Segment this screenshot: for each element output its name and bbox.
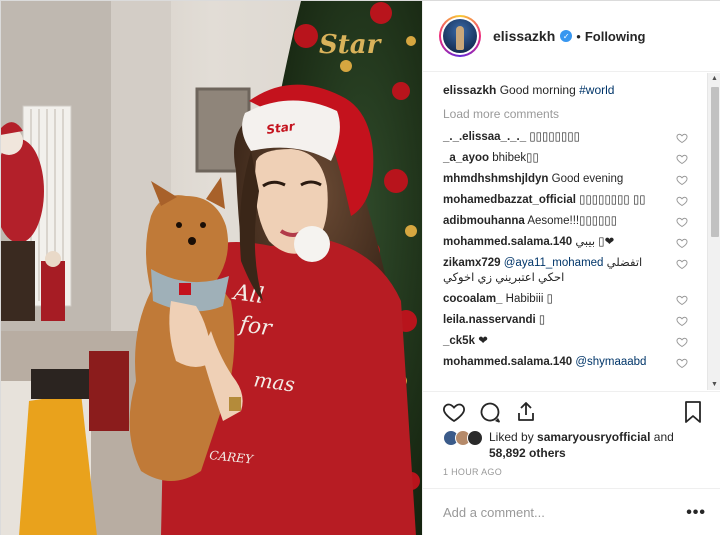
caption-hashtag[interactable]: #world bbox=[579, 83, 614, 97]
scrollbar-thumb[interactable] bbox=[711, 87, 719, 237]
comment-text: بيبي ▯❤ bbox=[575, 236, 615, 248]
comment-text: Aesome!!!▯▯▯▯▯▯ bbox=[527, 215, 618, 227]
comment-text: bhibek▯▯ bbox=[492, 152, 539, 164]
likes-text: Liked by samaryousryofficial and 58,892 … bbox=[489, 429, 674, 461]
story-ring[interactable] bbox=[439, 15, 481, 57]
comment-row: mohammed.salama.140 بيبي ▯❤ bbox=[443, 235, 688, 250]
comment-username[interactable]: zikamx729 bbox=[443, 257, 501, 269]
instagram-post: Star All for mas CAREY Star elissazkh ✓ … bbox=[0, 0, 720, 535]
add-comment-bar: ••• bbox=[423, 488, 720, 535]
comments-list[interactable]: elissazkh Good morning #world Load more … bbox=[423, 73, 720, 390]
photo-illustration: Star All for mas CAREY Star bbox=[1, 1, 422, 535]
comment-row: mhmdhshmshjldyn Good evening bbox=[443, 172, 688, 187]
comment-row: mohammed.salama.140 @shymaaabd bbox=[443, 355, 688, 370]
comment-like-heart-icon[interactable] bbox=[676, 357, 688, 369]
comment-text: ▯▯▯▯▯▯▯▯ ▯▯ bbox=[579, 194, 646, 206]
more-options-button[interactable]: ••• bbox=[686, 504, 706, 522]
following-button[interactable]: Following bbox=[585, 29, 646, 44]
post-actions bbox=[423, 391, 720, 431]
likes-count[interactable]: 58,892 others bbox=[489, 446, 566, 460]
share-icon[interactable] bbox=[513, 399, 539, 425]
comment-like-heart-icon[interactable] bbox=[676, 258, 688, 270]
comment-like-heart-icon[interactable] bbox=[676, 315, 688, 327]
comment-username[interactable]: adibmouhanna bbox=[443, 215, 525, 227]
comment-row: adibmouhanna Aesome!!!▯▯▯▯▯▯ bbox=[443, 214, 688, 229]
comment-like-heart-icon[interactable] bbox=[676, 237, 688, 249]
comment-text: Good evening bbox=[551, 173, 624, 185]
heart-icon[interactable] bbox=[441, 399, 467, 425]
likes-summary: Liked by samaryousryofficial and 58,892 … bbox=[423, 429, 720, 461]
comment-text: ▯▯▯▯▯▯▯▯ bbox=[529, 131, 580, 143]
comment-row: mohamedbazzat_official ▯▯▯▯▯▯▯▯ ▯▯ bbox=[443, 193, 688, 208]
comment-username[interactable]: cocoalam_ bbox=[443, 293, 502, 305]
comment-mention[interactable]: @shymaaabd bbox=[575, 356, 646, 368]
header-username[interactable]: elissazkh bbox=[493, 28, 555, 44]
tree-star-text: Star bbox=[319, 30, 383, 60]
comment-username[interactable]: _._.elissaa_._._ bbox=[443, 131, 526, 143]
comment-username[interactable]: mohamedbazzat_official bbox=[443, 194, 576, 206]
comment-username[interactable]: mohammed.salama.140 bbox=[443, 356, 572, 368]
comment-username[interactable]: leila.nasservandi bbox=[443, 314, 536, 326]
comment-mention[interactable]: @aya11_mohamed bbox=[504, 257, 604, 269]
comment-like-heart-icon[interactable] bbox=[676, 153, 688, 165]
comment-text: اتفضلي bbox=[606, 257, 643, 269]
comment-text-line2: احكي اعتبريني زي اخوكي bbox=[443, 272, 565, 284]
post-caption: elissazkh Good morning #world bbox=[443, 83, 720, 98]
post-header: elissazkh ✓ • Following bbox=[423, 1, 720, 72]
post-timestamp[interactable]: 1 HOUR AGO bbox=[443, 467, 502, 477]
likes-joiner: and bbox=[653, 430, 674, 444]
comment-row: leila.nasservandi ▯ bbox=[443, 313, 688, 328]
comments-scrollbar[interactable]: ▲ ▼ bbox=[707, 73, 720, 390]
header-separator: • bbox=[576, 28, 581, 44]
comment-like-heart-icon[interactable] bbox=[676, 132, 688, 144]
svg-text:for: for bbox=[236, 312, 275, 342]
load-more-comments-button[interactable]: Load more comments bbox=[443, 107, 720, 121]
verified-badge-icon: ✓ bbox=[560, 30, 573, 42]
post-side-panel: elissazkh ✓ • Following elissazkh Good m… bbox=[422, 1, 720, 535]
caption-username[interactable]: elissazkh bbox=[443, 83, 496, 97]
comment-row: zikamx729 @aya11_mohamed اتفضلي احكي اعت… bbox=[443, 256, 688, 286]
comment-username[interactable]: _a_ayoo bbox=[443, 152, 489, 164]
comment-row: _._.elissaa_._._ ▯▯▯▯▯▯▯▯ bbox=[443, 130, 688, 145]
comment-row: cocoalam_ Habibiii ▯ bbox=[443, 292, 688, 307]
bookmark-icon[interactable] bbox=[680, 399, 706, 425]
comment-like-heart-icon[interactable] bbox=[676, 216, 688, 228]
comment-like-heart-icon[interactable] bbox=[676, 336, 688, 348]
avatar[interactable] bbox=[443, 19, 477, 53]
caption-text: Good morning bbox=[499, 83, 576, 97]
comment-input[interactable] bbox=[443, 505, 687, 520]
comment-like-heart-icon[interactable] bbox=[676, 195, 688, 207]
likes-prefix: Liked by bbox=[489, 430, 534, 444]
comment-username[interactable]: _ck5k bbox=[443, 335, 475, 347]
scroll-up-arrow-icon[interactable]: ▲ bbox=[711, 75, 718, 82]
comment-row: _a_ayoo bhibek▯▯ bbox=[443, 151, 688, 166]
liker-avatar bbox=[467, 430, 483, 446]
comment-text: Habibiii ▯ bbox=[505, 293, 553, 305]
scroll-down-arrow-icon[interactable]: ▼ bbox=[711, 381, 718, 388]
comment-icon[interactable] bbox=[477, 399, 503, 425]
comment-like-heart-icon[interactable] bbox=[676, 294, 688, 306]
post-photo[interactable]: Star All for mas CAREY Star bbox=[1, 1, 422, 535]
comment-like-heart-icon[interactable] bbox=[676, 174, 688, 186]
likes-user[interactable]: samaryousryofficial bbox=[537, 430, 650, 444]
comment-text: ❤ bbox=[478, 335, 488, 347]
liker-avatars[interactable] bbox=[443, 430, 483, 446]
comment-row: _ck5k ❤ bbox=[443, 334, 688, 349]
comment-username[interactable]: mhmdhshmshjldyn bbox=[443, 173, 548, 185]
comment-username[interactable]: mohammed.salama.140 bbox=[443, 236, 572, 248]
comment-text: ▯ bbox=[538, 314, 546, 326]
